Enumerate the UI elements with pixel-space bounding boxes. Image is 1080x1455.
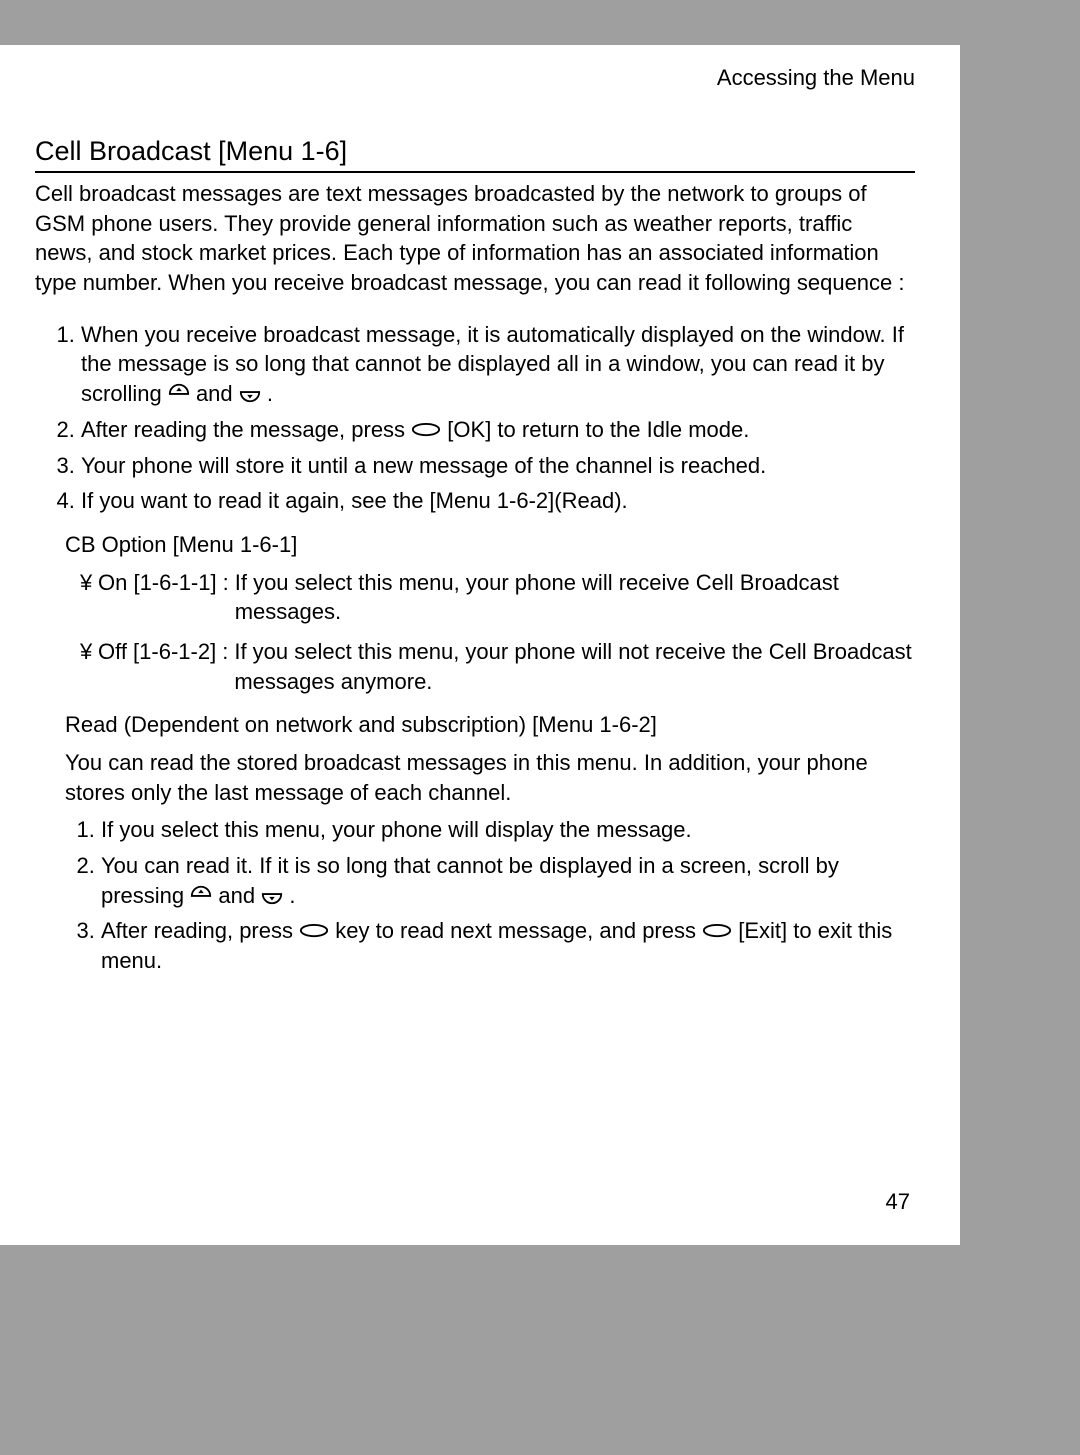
text-segment: After reading, press: [101, 918, 299, 943]
intro-paragraph: Cell broadcast messages are text message…: [35, 179, 915, 298]
text-segment: key to read next message, and press: [335, 918, 702, 943]
option-label: Off [1-6-1-2]: [98, 637, 216, 667]
option-off: ¥ Off [1-6-1-2] : If you select this men…: [80, 637, 915, 696]
down-key-icon: [239, 382, 261, 404]
up-key-icon: [190, 884, 212, 906]
colon-separator: :: [217, 568, 235, 598]
read-intro: You can read the stored broadcast messag…: [65, 748, 915, 807]
page-number: 47: [886, 1189, 910, 1215]
up-key-icon: [168, 382, 190, 404]
text-segment: and: [218, 883, 261, 908]
soft-key-icon: [299, 923, 329, 938]
main-ordered-list: When you receive broadcast message, it i…: [35, 320, 915, 516]
soft-key-icon: [411, 422, 441, 437]
text-segment: .: [267, 381, 273, 406]
cb-option-title: CB Option [Menu 1-6-1]: [65, 530, 915, 560]
option-description: If you select this menu, your phone will…: [235, 568, 915, 627]
list-item: If you want to read it again, see the [M…: [81, 486, 915, 516]
colon-separator: :: [216, 637, 234, 667]
section-title: Cell Broadcast [Menu 1-6]: [35, 136, 915, 173]
list-item: After reading, press key to read next me…: [101, 916, 915, 975]
running-header: Accessing the Menu: [35, 65, 915, 91]
bullet-icon: ¥: [80, 637, 98, 667]
manual-page: Accessing the Menu Cell Broadcast [Menu …: [0, 45, 960, 1245]
list-item: You can read it. If it is so long that c…: [101, 851, 915, 910]
list-item: Your phone will store it until a new mes…: [81, 451, 915, 481]
cb-option-list: ¥ On [1-6-1-1] : If you select this menu…: [80, 568, 915, 697]
down-key-icon: [261, 884, 283, 906]
soft-key-icon: [702, 923, 732, 938]
text-segment: .: [289, 883, 295, 908]
option-description: If you select this menu, your phone will…: [234, 637, 915, 696]
text-segment: [OK] to return to the Idle mode.: [447, 417, 749, 442]
read-ordered-list: If you select this menu, your phone will…: [35, 815, 915, 975]
bullet-icon: ¥: [80, 568, 98, 598]
list-item: If you select this menu, your phone will…: [101, 815, 915, 845]
option-label: On [1-6-1-1]: [98, 568, 217, 598]
text-segment: and: [196, 381, 239, 406]
option-on: ¥ On [1-6-1-1] : If you select this menu…: [80, 568, 915, 627]
list-item: After reading the message, press [OK] to…: [81, 415, 915, 445]
read-section-title: Read (Dependent on network and subscript…: [65, 710, 915, 740]
text-segment: After reading the message, press: [81, 417, 411, 442]
list-item: When you receive broadcast message, it i…: [81, 320, 915, 409]
